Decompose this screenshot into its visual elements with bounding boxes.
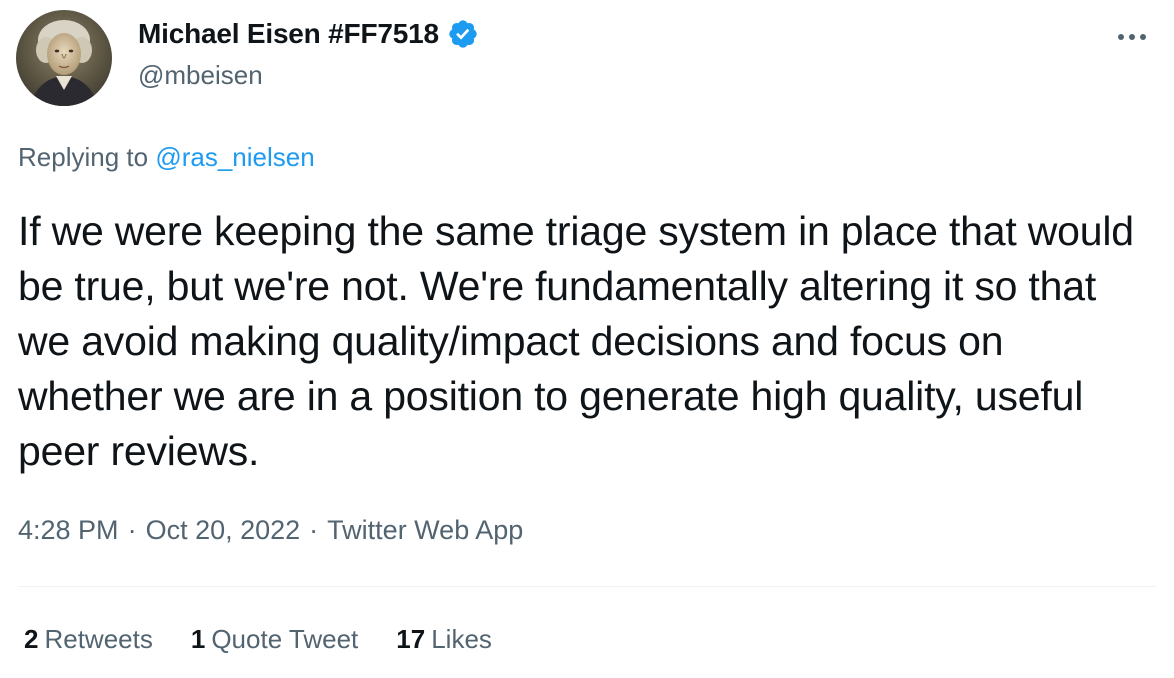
tweet-time[interactable]: 4:28 PM xyxy=(18,515,119,545)
replying-to-label: Replying to xyxy=(18,142,149,172)
retweets-count: 2 xyxy=(24,624,39,654)
meta-separator: · xyxy=(309,515,319,545)
retweets-link[interactable]: 2 Retweets xyxy=(24,624,153,655)
replying-to: Replying to @ras_nielsen xyxy=(18,142,315,173)
more-options-button[interactable] xyxy=(1114,22,1150,52)
tweet: Michael Eisen #FF7518 @mbeisen Replying … xyxy=(0,0,1174,678)
tweet-body: If we were keeping the same triage syste… xyxy=(18,208,1134,474)
author-display-name[interactable]: Michael Eisen #FF7518 xyxy=(138,18,439,50)
retweets-label: Retweets xyxy=(44,624,153,654)
author-name-row: Michael Eisen #FF7518 xyxy=(138,18,479,50)
verified-badge-icon xyxy=(447,18,479,50)
avatar[interactable] xyxy=(16,10,112,106)
likes-label: Likes xyxy=(431,624,492,654)
more-options-icon xyxy=(1118,34,1146,40)
portrait-avatar-image xyxy=(16,10,112,106)
likes-link[interactable]: 17 Likes xyxy=(396,624,492,655)
tweet-stats: 2 Retweets 1 Quote Tweet 17 Likes xyxy=(24,624,530,655)
tweet-source[interactable]: Twitter Web App xyxy=(327,515,523,545)
meta-separator: · xyxy=(127,515,137,545)
quote-tweets-label: Quote Tweet xyxy=(211,624,359,654)
author-handle[interactable]: @mbeisen xyxy=(138,60,263,91)
likes-count: 17 xyxy=(396,624,426,654)
quote-tweets-link[interactable]: 1 Quote Tweet xyxy=(191,624,358,655)
tweet-date[interactable]: Oct 20, 2022 xyxy=(146,515,301,545)
reply-mention-link[interactable]: @ras_nielsen xyxy=(155,142,314,172)
divider xyxy=(18,586,1156,587)
quote-tweets-count: 1 xyxy=(190,624,206,654)
tweet-metadata: 4:28 PM · Oct 20, 2022 · Twitter Web App xyxy=(18,515,523,546)
